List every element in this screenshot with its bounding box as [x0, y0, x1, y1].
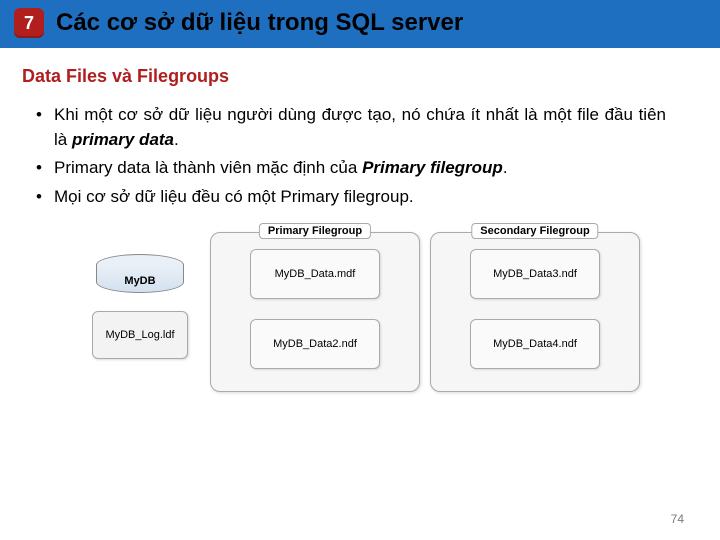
data-file-name: MyDB_Data.mdf [275, 268, 356, 280]
db-cylinder-icon: MyDB [96, 254, 184, 293]
slide-header: 7 Các cơ sở dữ liệu trong SQL server [0, 0, 720, 48]
primary-filegroup: Primary Filegroup MyDB_Data.mdf MyDB_Dat… [210, 232, 420, 392]
data-file-name: MyDB_Data3.ndf [493, 268, 577, 280]
bullet-em: primary data [72, 130, 174, 149]
chapter-number: 7 [24, 13, 34, 34]
data-file-name: MyDB_Data2.ndf [273, 338, 357, 350]
secondary-fg-label: Secondary Filegroup [471, 223, 598, 239]
bullet-text: Primary data là thành viên mặc định của [54, 158, 362, 177]
db-name: MyDB [124, 275, 155, 287]
log-file-card: MyDB_Log.ldf [92, 311, 188, 359]
primary-fg-label: Primary Filegroup [259, 223, 371, 239]
content-area: Khi một cơ sở dữ liệu người dùng được tạ… [0, 93, 720, 392]
data-file-name: MyDB_Data4.ndf [493, 338, 577, 350]
data-file-card: MyDB_Data3.ndf [470, 249, 600, 299]
db-column: MyDB MyDB_Log.ldf [80, 232, 200, 392]
data-file-card: MyDB_Data4.ndf [470, 319, 600, 369]
bullet-text: . [503, 158, 508, 177]
data-file-card: MyDB_Data2.ndf [250, 319, 380, 369]
page-number: 74 [671, 512, 684, 526]
bullet-item: Mọi cơ sở dữ liệu đều có một Primary fil… [54, 185, 666, 210]
data-file-card: MyDB_Data.mdf [250, 249, 380, 299]
bullet-text: . [174, 130, 179, 149]
bullet-item: Primary data là thành viên mặc định của … [54, 156, 666, 181]
bullet-em: Primary filegroup [362, 158, 503, 177]
bullet-list: Khi một cơ sở dữ liệu người dùng được tạ… [54, 103, 666, 210]
secondary-filegroup: Secondary Filegroup MyDB_Data3.ndf MyDB_… [430, 232, 640, 392]
filegroup-diagram: MyDB MyDB_Log.ldf Primary Filegroup MyDB… [80, 232, 640, 392]
slide-title: Các cơ sở dữ liệu trong SQL server [56, 9, 463, 37]
section-subhead: Data Files và Filegroups [0, 48, 720, 93]
bullet-text: Mọi cơ sở dữ liệu đều có một Primary fil… [54, 187, 414, 206]
log-file-name: MyDB_Log.ldf [105, 329, 174, 341]
bullet-item: Khi một cơ sở dữ liệu người dùng được tạ… [54, 103, 666, 152]
chapter-badge: 7 [14, 8, 44, 38]
